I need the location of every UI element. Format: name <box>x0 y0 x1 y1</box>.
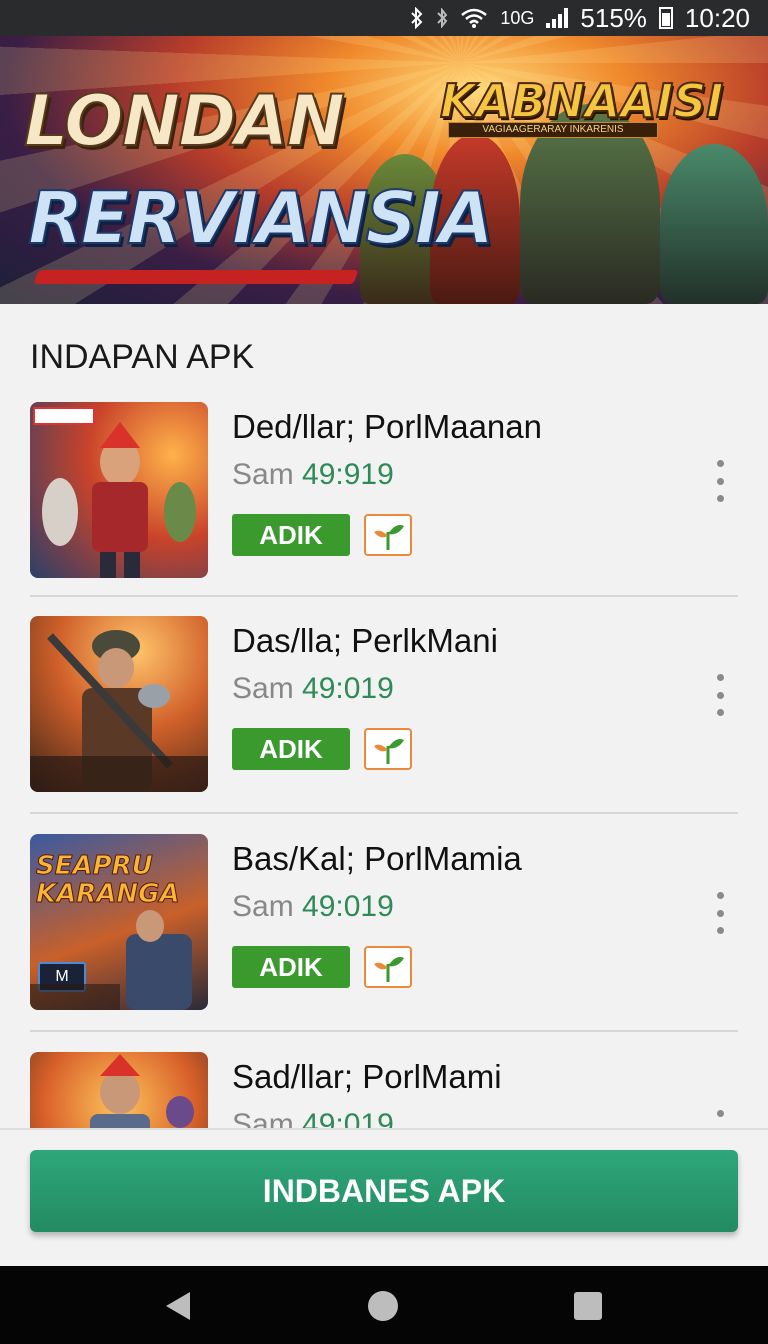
list-divider <box>30 812 738 814</box>
network-type-label: 10G <box>500 7 535 28</box>
app-meta: Sam 49:019 <box>232 672 394 706</box>
app-name: Bas/Kal; PorlMamia <box>232 840 522 877</box>
list-item[interactable]: Sad/llar; PorlMami Sam 49:019 <box>30 1052 738 1130</box>
section-title: INDAPAN APK <box>30 338 255 376</box>
system-nav-bar <box>0 1266 768 1344</box>
banner-title-line1: LONDAN <box>23 79 346 163</box>
app-meta: Sam 49:019 <box>232 890 394 924</box>
app-name: Ded/llar; PorlMaanan <box>232 408 542 445</box>
battery-icon <box>658 7 673 29</box>
app-thumbnail[interactable]: SEAPRU KARANGA M <box>30 834 208 1010</box>
primary-action-button[interactable]: INDBANES APK <box>30 1150 738 1232</box>
add-button[interactable]: ADIK <box>232 946 350 988</box>
bottom-action-area: INDBANES APK <box>0 1130 768 1266</box>
meta-value: 49:019 <box>302 890 394 923</box>
meta-prefix: Sam <box>232 458 294 491</box>
list-item[interactable]: Ded/llar; PorlMaanan Sam 49:919 ADIK <box>30 402 738 620</box>
app-thumbnail[interactable] <box>30 402 208 578</box>
more-options-icon[interactable] <box>710 460 730 502</box>
app-name: Sad/llar; PorlMami <box>232 1058 502 1095</box>
more-options-icon[interactable] <box>710 674 730 716</box>
meta-prefix: Sam <box>232 672 294 705</box>
more-options-icon[interactable] <box>710 892 730 934</box>
banner-hero-4 <box>660 144 768 304</box>
promo-banner[interactable]: LONDAN RERVIANSIA KABNAAISI VAGIAAGERARA… <box>0 36 768 304</box>
banner-logo: KABNAAISI <box>439 73 724 129</box>
app-name: Das/lla; PerlkMani <box>232 622 498 659</box>
app-meta: Sam 49:019 <box>232 1108 394 1130</box>
add-button[interactable]: ADIK <box>232 514 350 556</box>
back-icon[interactable] <box>162 1290 194 1322</box>
sprout-icon[interactable] <box>364 514 412 556</box>
meta-prefix: Sam <box>232 890 294 923</box>
list-item[interactable]: Das/lla; PerlkMani Sam 49:019 ADIK <box>30 616 738 834</box>
sprout-icon[interactable] <box>364 728 412 770</box>
app-thumbnail[interactable] <box>30 1052 208 1130</box>
more-options-icon[interactable] <box>710 1110 730 1130</box>
app-meta: Sam 49:919 <box>232 458 394 492</box>
wifi-icon <box>460 7 488 29</box>
list-divider <box>30 595 738 597</box>
meta-value: 49:919 <box>302 458 394 491</box>
add-button[interactable]: ADIK <box>232 728 350 770</box>
banner-title-line2: RERVIANSIA <box>27 175 495 261</box>
home-icon[interactable] <box>367 1290 399 1322</box>
app-screen: 10G 515% 10:20 LONDAN RERVIANSIA KABNAAI… <box>0 0 768 1344</box>
bluetooth-alt-icon <box>436 8 448 28</box>
sprout-icon[interactable] <box>364 946 412 988</box>
signal-icon <box>546 8 569 28</box>
clock: 10:20 <box>684 2 750 33</box>
app-thumbnail[interactable] <box>30 616 208 792</box>
bluetooth-icon <box>410 7 424 29</box>
meta-value: 49:019 <box>302 672 394 705</box>
battery-percent: 515% <box>580 2 647 33</box>
banner-swoosh <box>33 270 359 284</box>
apk-list-section: INDAPAN APK Ded/llar; PorlMaanan Sam 49:… <box>0 304 768 1130</box>
list-divider <box>30 1030 738 1032</box>
recents-icon[interactable] <box>572 1290 604 1322</box>
list-item[interactable]: SEAPRU KARANGA M Bas/Kal; PorlMamia Sam … <box>30 834 738 1052</box>
meta-value: 49:019 <box>302 1108 394 1130</box>
meta-prefix: Sam <box>232 1108 294 1130</box>
status-bar: 10G 515% 10:20 <box>0 0 768 36</box>
banner-logo-subtitle: VAGIAAGERARAY INKARENIS <box>448 122 658 138</box>
